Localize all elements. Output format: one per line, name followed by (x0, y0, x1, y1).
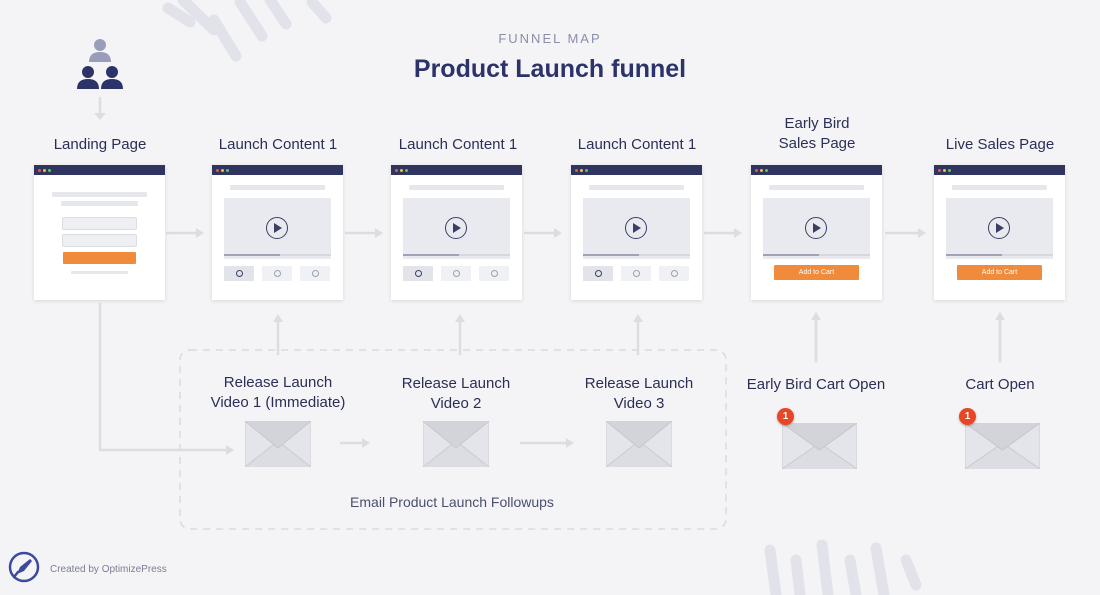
email-group-label: Email Product Launch Followups (350, 494, 554, 510)
live-sales-page-thumbnail[interactable]: Add to Cart (934, 165, 1065, 300)
video-player-placeholder (583, 198, 690, 259)
email-label-early-bird-cart-open: Early Bird Cart Open (746, 376, 886, 393)
play-icon (266, 217, 288, 239)
play-icon (625, 217, 647, 239)
diagram-title: Product Launch funnel (413, 55, 687, 83)
video-player-placeholder (946, 198, 1053, 259)
video-player-placeholder (403, 198, 510, 259)
envelope-icon[interactable] (606, 421, 672, 467)
notification-badge: 1 (959, 408, 976, 425)
browser-bar (34, 165, 165, 175)
video-player-placeholder (763, 198, 870, 259)
play-icon (805, 217, 827, 239)
video-thumb-icon (659, 266, 689, 281)
browser-bar (212, 165, 343, 175)
video-thumb-icon (262, 266, 292, 281)
rocket-logo-icon (8, 551, 40, 583)
video-thumb-icon (479, 266, 509, 281)
early-bird-sales-page-thumbnail[interactable]: Add to Cart (751, 165, 882, 300)
launch-content-page-thumbnail[interactable] (391, 165, 522, 300)
brush-decoration-top (162, 0, 332, 62)
browser-bar (934, 165, 1065, 175)
video-thumb-icon (300, 266, 330, 281)
notification-badge: 1 (777, 408, 794, 425)
add-to-cart-button[interactable]: Add to Cart (774, 265, 859, 280)
envelope-icon[interactable] (423, 421, 489, 467)
step-label-live-sales-page: Live Sales Page (945, 136, 1055, 153)
browser-bar (391, 165, 522, 175)
diagram-subtitle: FUNNEL MAP (498, 31, 602, 46)
optin-button-placeholder (63, 252, 136, 264)
play-icon (988, 217, 1010, 239)
step-label-landing-page: Landing Page (53, 136, 147, 153)
credit-text: Created by OptimizePress (50, 564, 167, 575)
video-thumb-icon (403, 266, 433, 281)
launch-content-page-thumbnail[interactable] (212, 165, 343, 300)
email-label-video-3: Release Launch Video 3 (584, 375, 694, 412)
video-thumb-icon (224, 266, 254, 281)
form-field-placeholder (62, 217, 137, 230)
envelope-icon[interactable] (245, 421, 311, 467)
video-player-placeholder (224, 198, 331, 259)
video-thumb-icon (583, 266, 613, 281)
launch-content-page-thumbnail[interactable] (571, 165, 702, 300)
play-icon (445, 217, 467, 239)
step-label-launch-content-2: Launch Content 1 (398, 136, 518, 153)
envelope-icon[interactable] (782, 423, 857, 469)
step-label-launch-content-3: Launch Content 1 (577, 136, 697, 153)
browser-bar (571, 165, 702, 175)
email-label-video-2: Release Launch Video 2 (401, 375, 511, 412)
people-group-icon (77, 39, 123, 89)
email-label-cart-open: Cart Open (965, 376, 1035, 393)
browser-bar (751, 165, 882, 175)
video-thumb-icon (441, 266, 471, 281)
brush-decoration-bottom (764, 539, 922, 595)
email-label-video-1: Release Launch Video 1 (Immediate) (210, 374, 346, 411)
landing-page-thumbnail[interactable] (34, 165, 165, 300)
step-label-launch-content-1: Launch Content 1 (218, 136, 338, 153)
form-field-placeholder (62, 234, 137, 247)
add-to-cart-button[interactable]: Add to Cart (957, 265, 1042, 280)
step-label-early-bird-sales-page: Early Bird Sales Page (778, 115, 856, 152)
video-thumb-icon (621, 266, 651, 281)
envelope-icon[interactable] (965, 423, 1040, 469)
